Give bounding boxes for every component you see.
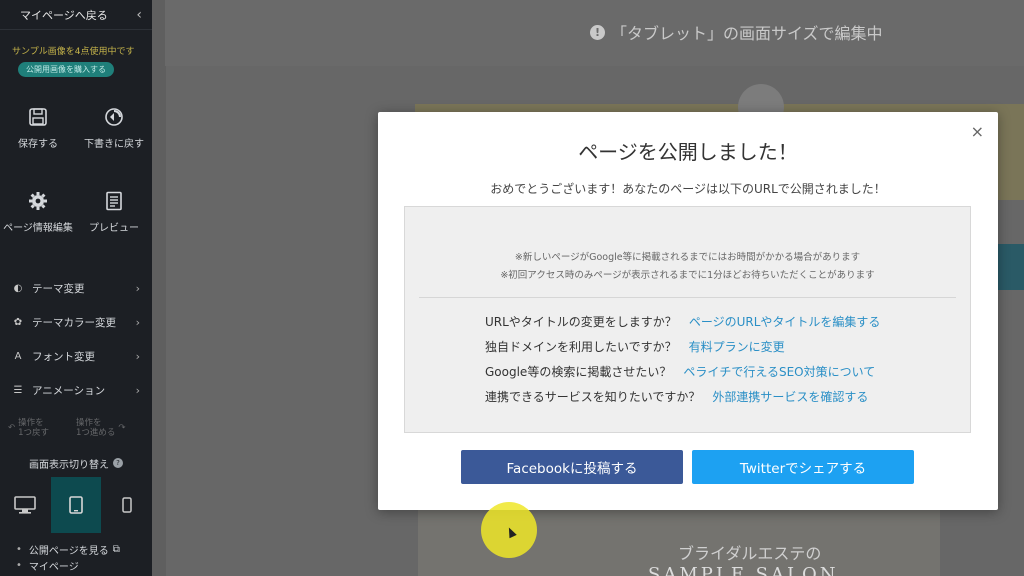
mypage-link[interactable]: マイページ: [16, 557, 152, 573]
notice-text: ※初回アクセス時のみページが表示されるまでに1分ほどお待ちいただくことがあります: [500, 270, 875, 281]
screen-switch-label: 画面表示切り替え: [29, 459, 109, 471]
sidebar-item-label: テーマカラー変更: [32, 316, 116, 329]
divider: [419, 297, 956, 298]
sidebar-action-grid: 保存する 下書きに戻す ページ情報編集 プレビュー: [0, 101, 152, 269]
undo-icon: ↶: [8, 423, 16, 433]
revert-icon: [105, 108, 123, 126]
mypage-label: マイページ: [28, 561, 79, 573]
editor-accent-block: [997, 244, 1024, 290]
info-icon: !: [590, 24, 605, 40]
publish-complete-modal: × ページを公開しました！ おめでとうございます！あなたのページは以下のURLで…: [378, 112, 998, 510]
sidebar-item-animation[interactable]: ☰ アニメーション ›: [0, 373, 152, 407]
modal-title: ページを公開しました！: [578, 140, 798, 164]
hero-subtitle: ブライダルエステの: [678, 544, 822, 563]
gear-icon: [29, 192, 47, 210]
palette-icon: ✿: [13, 316, 23, 328]
chevron-left-icon: ‹: [136, 6, 142, 23]
undo-label-line1: 操作を: [18, 418, 44, 428]
tablet-icon: [69, 496, 83, 514]
page-info-label: ページ情報編集: [3, 223, 73, 234]
preview-button[interactable]: プレビュー: [76, 185, 152, 269]
redo-label: 操作を 1つ進める: [76, 418, 115, 438]
editor-sidebar: マイページへ戻る ‹ サンプル画像を4点使用中です 公開用画像を購入する 保存す…: [0, 0, 152, 576]
chevron-right-icon: ›: [135, 315, 140, 329]
desktop-icon: [14, 496, 37, 514]
sidebar-menu: ◐ テーマ変更 › ✿ テーマカラー変更 › A フォント変更 › ☰ アニメー…: [0, 271, 152, 407]
qa-row: 連携できるサービスを知りたいですか？ 外部連携サービスを確認する: [485, 388, 868, 405]
notice-text: ※新しいページがGoogle等に掲載されるまでにはお時間がかかる場合があります: [514, 252, 861, 263]
revert-label: 下書きに戻す: [84, 139, 144, 150]
chevron-right-icon: ›: [135, 281, 140, 295]
facebook-share-button[interactable]: Facebookに投稿する: [461, 450, 683, 484]
save-icon: [29, 108, 47, 126]
sidebar-item-font[interactable]: A フォント変更 ›: [0, 339, 152, 373]
sample-image-notice: サンプル画像を4点使用中です: [12, 47, 135, 57]
qa-question: URLやタイトルの変更をしますか？: [485, 315, 677, 329]
redo-icon: ↷: [118, 423, 126, 433]
modal-subtitle: おめでとうございます！あなたのページは以下のURLで公開されました！: [490, 182, 886, 196]
view-public-page-link[interactable]: 公開ページを見る⧉: [16, 541, 152, 557]
undo-button[interactable]: ↶ 操作を 1つ戻す: [8, 418, 76, 438]
external-services-link[interactable]: 外部連携サービスを確認する: [712, 388, 868, 405]
undo-redo-row: ↶ 操作を 1つ戻す 操作を 1つ進める ↷: [0, 407, 152, 449]
qa-row: Google等の検索に掲載させたい？ ペライチで行えるSEO対策について: [485, 363, 875, 380]
seo-info-link[interactable]: ペライチで行えるSEO対策について: [683, 363, 875, 380]
edit-url-title-link[interactable]: ページのURLやタイトルを編集する: [689, 313, 881, 330]
publish-info-box: ※新しいページがGoogle等に掲載されるまでにはお時間がかかる場合があります …: [404, 206, 971, 433]
chevron-right-icon: ›: [135, 349, 140, 363]
hero-title: SAMPLE SALON: [648, 564, 839, 576]
qa-row: URLやタイトルの変更をしますか？ ページのURLやタイトルを編集する: [485, 313, 880, 330]
preview-label: プレビュー: [89, 223, 139, 234]
redo-label-line1: 操作を: [76, 418, 102, 428]
sidebar-item-theme[interactable]: ◐ テーマ変更 ›: [0, 271, 152, 305]
sidebar-links: 公開ページを見る⧉ マイページ: [0, 533, 152, 573]
page-info-edit-button[interactable]: ページ情報編集: [0, 185, 76, 269]
qa-question: 連携できるサービスを知りたいですか？: [485, 390, 701, 404]
device-tablet-button[interactable]: [50, 477, 102, 533]
save-button[interactable]: 保存する: [0, 101, 76, 185]
external-link-icon: ⧉: [112, 543, 120, 555]
qa-question: Google等の検索に掲載させたい？: [485, 365, 672, 379]
upgrade-plan-link[interactable]: 有料プランに変更: [689, 338, 785, 355]
font-icon: A: [14, 350, 22, 362]
preview-icon: [106, 191, 122, 211]
qa-row: 独自ドメインを利用したいですか？ 有料プランに変更: [485, 338, 785, 355]
help-icon[interactable]: ?: [113, 458, 123, 468]
twitter-share-button[interactable]: Twitterでシェアする: [692, 450, 914, 484]
device-mobile-button[interactable]: [101, 477, 152, 533]
edit-mode-text: 「タブレット」の画面サイズで編集中: [611, 24, 883, 43]
view-public-page-label: 公開ページを見る: [28, 545, 109, 557]
purchase-images-button[interactable]: 公開用画像を購入する: [18, 62, 114, 77]
sidebar-item-label: テーマ変更: [32, 282, 85, 295]
sidebar-item-label: フォント変更: [32, 350, 95, 363]
device-desktop-button[interactable]: [0, 477, 51, 533]
redo-button[interactable]: 操作を 1つ進める ↷: [76, 418, 144, 438]
animation-icon: ☰: [13, 384, 23, 396]
sidebar-item-theme-color[interactable]: ✿ テーマカラー変更 ›: [0, 305, 152, 339]
revert-draft-button[interactable]: 下書きに戻す: [76, 101, 152, 185]
mobile-icon: [121, 497, 132, 513]
chevron-right-icon: ›: [135, 383, 140, 397]
edit-mode-banner: ! 「タブレット」の画面サイズで編集中: [590, 20, 883, 44]
redo-label-line2: 1つ進める: [76, 428, 116, 438]
sidebar-item-label: アニメーション: [32, 384, 106, 397]
save-label: 保存する: [18, 139, 58, 150]
screen-switch-heading: 画面表示切り替え ?: [0, 453, 152, 473]
back-to-mypage-button[interactable]: マイページへ戻る ‹: [0, 0, 152, 30]
undo-label: 操作を 1つ戻す: [18, 418, 49, 438]
device-switcher: [0, 477, 152, 533]
qa-question: 独自ドメインを利用したいですか？: [485, 340, 677, 354]
undo-label-line2: 1つ戻す: [18, 428, 50, 438]
theme-icon: ◐: [13, 282, 23, 294]
back-label: マイページへ戻る: [20, 8, 108, 22]
